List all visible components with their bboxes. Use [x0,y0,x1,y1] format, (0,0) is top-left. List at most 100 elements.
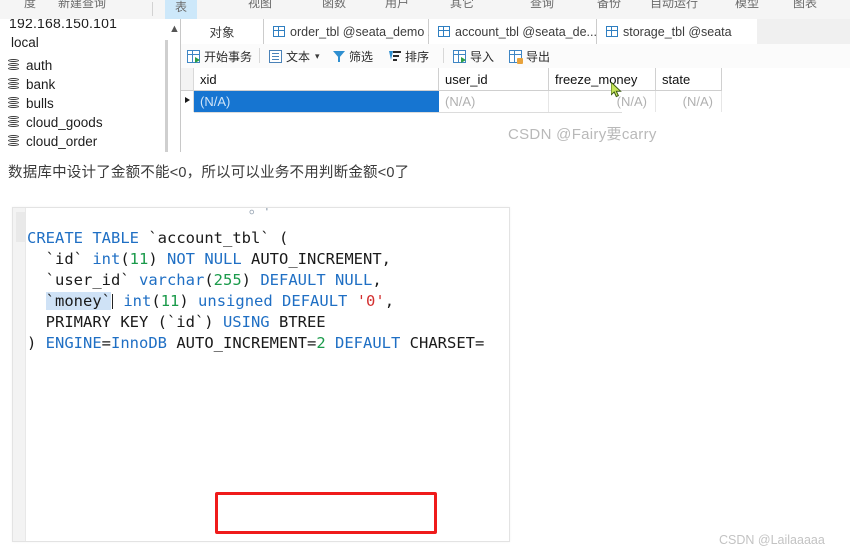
connection-tree-sidebar[interactable]: 192.168.150.101 local auth bank bulls cl… [0,19,168,152]
code-fold-marker[interactable] [16,212,25,242]
clipped-code-line: ｀ ｡ ⌐ [25,208,509,228]
grid-gutter-header [181,68,194,91]
database-icon [8,58,19,72]
export-icon [509,49,523,64]
chevron-up-icon[interactable]: ▲ [169,24,180,35]
chevron-down-icon[interactable]: ▾ [315,51,320,62]
grid-header-row: xid user_id freeze_money state [181,68,850,91]
toolbar-label: 导入 [470,49,495,64]
text-view-button[interactable]: 文本 ▾ [269,46,320,66]
sidebar-item-cloud-order[interactable]: cloud_order [8,131,97,151]
sql-token: unsigned [198,292,273,310]
code-gutter [13,208,26,541]
clipped-code-fragment: ｀ ｡ ⌐ [225,208,275,217]
menu-separator [152,2,153,16]
sql-token: NOT [167,250,196,268]
text-icon [269,49,282,63]
toolbar-label: 排序 [405,49,430,64]
tab-label: order_tbl @seata_demo ... [290,24,439,39]
cell-user-id[interactable]: (N/A) [439,91,549,112]
menu-bar: 度 新建查询 表 视图 函数 用户 其它 查询 备份 自动运行 模型 图表 [0,0,850,20]
column-header-state[interactable]: state [656,68,722,91]
sidebar-item-bank[interactable]: bank [8,74,55,94]
annotation-text: 数据库中设计了金额不能<0，所以可以业务不用判断金额<0了 [8,165,410,181]
cell-freeze-money[interactable]: (N/A) [549,91,656,112]
begin-transaction-button[interactable]: 开始事务 [187,46,252,66]
sql-token: DEFAULT [282,292,348,310]
column-header-xid[interactable]: xid [194,68,439,91]
menu-item-3[interactable]: 视图 [248,0,272,11]
filter-button[interactable]: 筛选 [333,46,373,66]
text-caret [112,294,113,309]
sql-token: NULL [204,250,242,268]
sql-token: InnoDB [111,334,168,352]
menu-item-7[interactable]: 查询 [530,0,554,11]
tab-storage-tbl[interactable]: storage_tbl @seata [597,19,757,44]
sql-line: ) ENGINE=InnoDB AUTO_INCREMENT=2 DEFAULT… [27,333,509,354]
sidebar-item-auth[interactable]: auth [8,55,52,75]
sidebar-item-label: cloud_order [26,133,98,149]
sql-token: '0' [356,292,385,310]
sql-token: int [92,250,121,268]
menu-item-8[interactable]: 备份 [597,0,621,11]
menu-item-2[interactable]: 表 [165,0,198,19]
sql-code-block[interactable]: CREATE TABLE `account_tbl` ( `id` int(11… [27,228,509,354]
cell-xid[interactable]: (N/A) [194,91,439,112]
sql-line: CREATE TABLE `account_tbl` ( [27,228,509,249]
menu-item-11[interactable]: 图表 [793,0,817,11]
menu-item-1[interactable]: 新建查询 [58,0,106,11]
menu-item-9[interactable]: 自动运行 [650,0,698,11]
sql-token: ) [27,334,46,352]
sql-line: `id` int(11) NOT NULL AUTO_INCREMENT, [27,249,509,270]
sidebar-item-label: bank [26,76,56,92]
menu-item-10[interactable]: 模型 [735,0,759,11]
column-header-freeze-money[interactable]: freeze_money [549,68,656,91]
sql-token: ENGINE [45,334,102,352]
sidebar-item-cloud-user[interactable]: cloud_user [8,150,92,152]
menu-item-4[interactable]: 函数 [322,0,346,11]
sql-token: `id` [27,250,93,268]
sidebar-item-bulls[interactable]: bulls [8,93,54,113]
tab-account-tbl[interactable]: account_tbl @seata_de... [429,19,597,44]
menu-item-0[interactable]: 度 [24,0,36,11]
menu-item-5[interactable]: 用户 [385,0,409,11]
column-header-user-id[interactable]: user_id [439,68,549,91]
sql-token: CREATE [27,229,83,247]
red-highlight-box [215,492,437,534]
sort-button[interactable]: 排序 [389,46,429,66]
grid-gutter-cell [181,91,194,112]
table-row[interactable]: (N/A) (N/A) (N/A) (N/A) [181,91,850,112]
menu-item-6[interactable]: 其它 [450,0,474,11]
sort-icon [389,50,401,62]
sql-token: `money` [45,292,111,310]
database-icon [8,77,19,91]
database-icon [8,134,19,148]
sql-line: PRIMARY KEY (`id`) USING BTREE [27,312,509,333]
begin-transaction-icon [187,49,200,63]
grid-row-divider [194,112,622,113]
connection-host-label[interactable]: 192.168.150.101 [9,19,117,31]
sql-token: AUTO_INCREMENT, [241,250,391,268]
sql-token: BTREE [269,313,326,331]
toolbar-separator [259,48,260,63]
sql-line: `money` int(11) unsigned DEFAULT '0', [27,291,509,312]
sidebar-splitter[interactable]: ▲ [168,19,181,152]
sql-token: ) [241,271,261,289]
page-watermark: CSDN @Lailaaaaa [719,533,825,547]
import-button[interactable]: 导入 [453,46,494,66]
database-client-window: 度 新建查询 表 视图 函数 用户 其它 查询 备份 自动运行 模型 图表 19… [0,0,850,152]
sidebar-item-cloud-goods[interactable]: cloud_goods [8,112,103,132]
connection-group-label[interactable]: local [11,35,39,50]
export-button[interactable]: 导出 [509,46,550,66]
tab-order-tbl[interactable]: order_tbl @seata_demo ... [264,19,438,44]
cell-state[interactable]: (N/A) [656,91,722,112]
sql-token: = [101,334,112,352]
sql-token: ( [120,250,130,268]
sql-token: `account_tbl` ( [139,229,289,247]
sql-token: NULL [335,271,373,289]
tab-objects[interactable]: 对象 [181,19,264,44]
toolbar-label: 筛选 [349,49,374,64]
